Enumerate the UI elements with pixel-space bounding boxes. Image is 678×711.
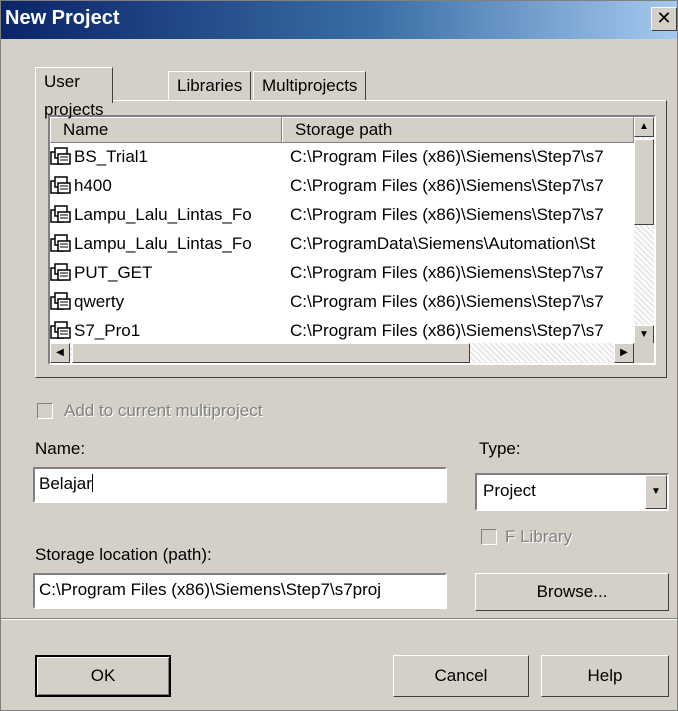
- type-select-value: Project: [483, 481, 536, 500]
- cancel-button[interactable]: Cancel: [393, 655, 529, 697]
- tab-user-projects[interactable]: User projects: [35, 67, 113, 119]
- project-name-cell: h400: [50, 172, 282, 200]
- list-item[interactable]: qwerty C:\Program Files (x86)\Siemens\Ste…: [50, 288, 634, 316]
- tab-libraries[interactable]: Libraries: [168, 71, 252, 101]
- storage-path-cell: C:\Program Files (x86)\Siemens\Step7\s7: [290, 292, 604, 311]
- type-label: Type:: [479, 439, 521, 458]
- name-label: Name:: [35, 439, 86, 458]
- list-item[interactable]: Lampu_Lalu_Lintas_Fo C:\Program Files (x8…: [50, 201, 634, 229]
- project-name: Lampu_Lalu_Lintas_Fo: [74, 234, 252, 253]
- storage-location-field[interactable]: C:\Program Files (x86)\Siemens\Step7\s7p…: [33, 573, 447, 609]
- storage-path-cell: C:\Program Files (x86)\Siemens\Step7\s7: [290, 263, 604, 282]
- type-dropdown-button[interactable]: ▼: [645, 475, 667, 509]
- arrow-up-icon: ▲: [639, 121, 649, 132]
- scroll-down-button[interactable]: ▼: [634, 325, 654, 345]
- button-separator: [1, 618, 677, 620]
- horizontal-scroll-thumb[interactable]: [72, 343, 470, 363]
- project-icon: [50, 204, 72, 224]
- project-name: S7_Pro1: [74, 321, 141, 340]
- column-header-storage-path[interactable]: Storage path: [282, 117, 634, 143]
- scroll-left-button[interactable]: ◀: [50, 343, 70, 363]
- project-name-cell: Lampu_Lalu_Lintas_Fo: [50, 201, 282, 229]
- project-name-cell: BS_Trial1: [50, 143, 282, 171]
- ok-button-label: OK: [90, 666, 116, 685]
- project-name-cell: Lampu_Lalu_Lintas_Fo: [50, 230, 282, 258]
- list-item[interactable]: Lampu_Lalu_Lintas_Fo C:\ProgramData\Sieme…: [50, 230, 634, 258]
- add-multiproject-label: Add to current multiproject: [64, 401, 263, 420]
- scroll-right-button[interactable]: ▶: [614, 343, 634, 363]
- project-icon: [50, 146, 72, 166]
- name-field[interactable]: Belajar: [33, 467, 447, 503]
- vertical-scroll-thumb[interactable]: [634, 139, 654, 225]
- tab-multiprojects[interactable]: Multiprojects: [253, 71, 367, 101]
- scrollbar-corner: [634, 343, 654, 363]
- project-name: PUT_GET: [74, 263, 153, 282]
- project-icon: [50, 262, 72, 282]
- scroll-up-button[interactable]: ▲: [634, 117, 654, 137]
- help-button[interactable]: Help: [541, 655, 669, 697]
- f-library-checkbox[interactable]: [481, 529, 497, 545]
- help-button-label: Help: [587, 666, 623, 685]
- project-icon: [50, 320, 72, 340]
- dialog-title: New Project: [5, 7, 120, 29]
- project-name-cell: S7_Pro1: [50, 317, 282, 345]
- project-name: qwerty: [74, 292, 125, 311]
- list-item[interactable]: BS_Trial1 C:\Program Files (x86)\Siemens\…: [50, 143, 634, 171]
- storage-path-cell: C:\Program Files (x86)\Siemens\Step7\s7: [290, 147, 604, 166]
- project-name: h400: [74, 176, 112, 195]
- project-name: BS_Trial1: [74, 147, 149, 166]
- arrow-down-icon: ▼: [639, 329, 649, 340]
- browse-button[interactable]: Browse...: [475, 573, 669, 611]
- cancel-button-label: Cancel: [434, 666, 488, 685]
- storage-location-label: Storage location (path):: [35, 545, 212, 564]
- project-icon: [50, 291, 72, 311]
- vertical-scrollbar[interactable]: ▲ ▼: [634, 117, 654, 345]
- list-header: Name Storage path: [50, 117, 634, 143]
- project-icon: [50, 175, 72, 195]
- project-name: Lampu_Lalu_Lintas_Fo: [74, 205, 252, 224]
- type-select[interactable]: Project ▼: [475, 473, 669, 511]
- arrow-left-icon: ◀: [56, 347, 64, 358]
- storage-path-cell: C:\ProgramData\Siemens\Automation\St: [290, 234, 596, 253]
- storage-path-cell: C:\Program Files (x86)\Siemens\Step7\s7: [290, 176, 604, 195]
- project-list[interactable]: Name Storage path BS_Trial1 C:\Program Fi…: [48, 115, 656, 365]
- new-project-dialog: New Project ✕ User projects Libraries Mu…: [0, 0, 678, 711]
- list-item[interactable]: h400 C:\Program Files (x86)\Siemens\Step7…: [50, 172, 634, 200]
- title-bar[interactable]: New Project ✕: [1, 1, 677, 39]
- project-name-cell: PUT_GET: [50, 259, 282, 287]
- name-field-value: Belajar: [39, 474, 92, 493]
- storage-path-cell: C:\Program Files (x86)\Siemens\Step7\s7: [290, 205, 604, 224]
- list-item[interactable]: PUT_GET C:\Program Files (x86)\Siemens\St…: [50, 259, 634, 287]
- f-library-label: F Library: [505, 527, 573, 546]
- chevron-down-icon: ▼: [651, 486, 661, 497]
- horizontal-scrollbar[interactable]: ◀ ▶: [50, 343, 634, 363]
- project-name-cell: qwerty: [50, 288, 282, 316]
- add-multiproject-checkbox[interactable]: [37, 403, 53, 419]
- close-button[interactable]: ✕: [651, 7, 677, 31]
- storage-location-value: C:\Program Files (x86)\Siemens\Step7\s7p…: [39, 580, 382, 599]
- tab-panel: Name Storage path BS_Trial1 C:\Program Fi…: [35, 100, 667, 378]
- ok-button[interactable]: OK: [35, 655, 171, 697]
- text-cursor: [91, 474, 93, 492]
- project-icon: [50, 233, 72, 253]
- browse-button-label: Browse...: [536, 582, 608, 601]
- arrow-right-icon: ▶: [620, 347, 628, 358]
- close-icon: ✕: [656, 8, 672, 28]
- storage-path-cell: C:\Program Files (x86)\Siemens\Step7\s7: [290, 321, 604, 340]
- list-item[interactable]: S7_Pro1 C:\Program Files (x86)\Siemens\St…: [50, 317, 634, 345]
